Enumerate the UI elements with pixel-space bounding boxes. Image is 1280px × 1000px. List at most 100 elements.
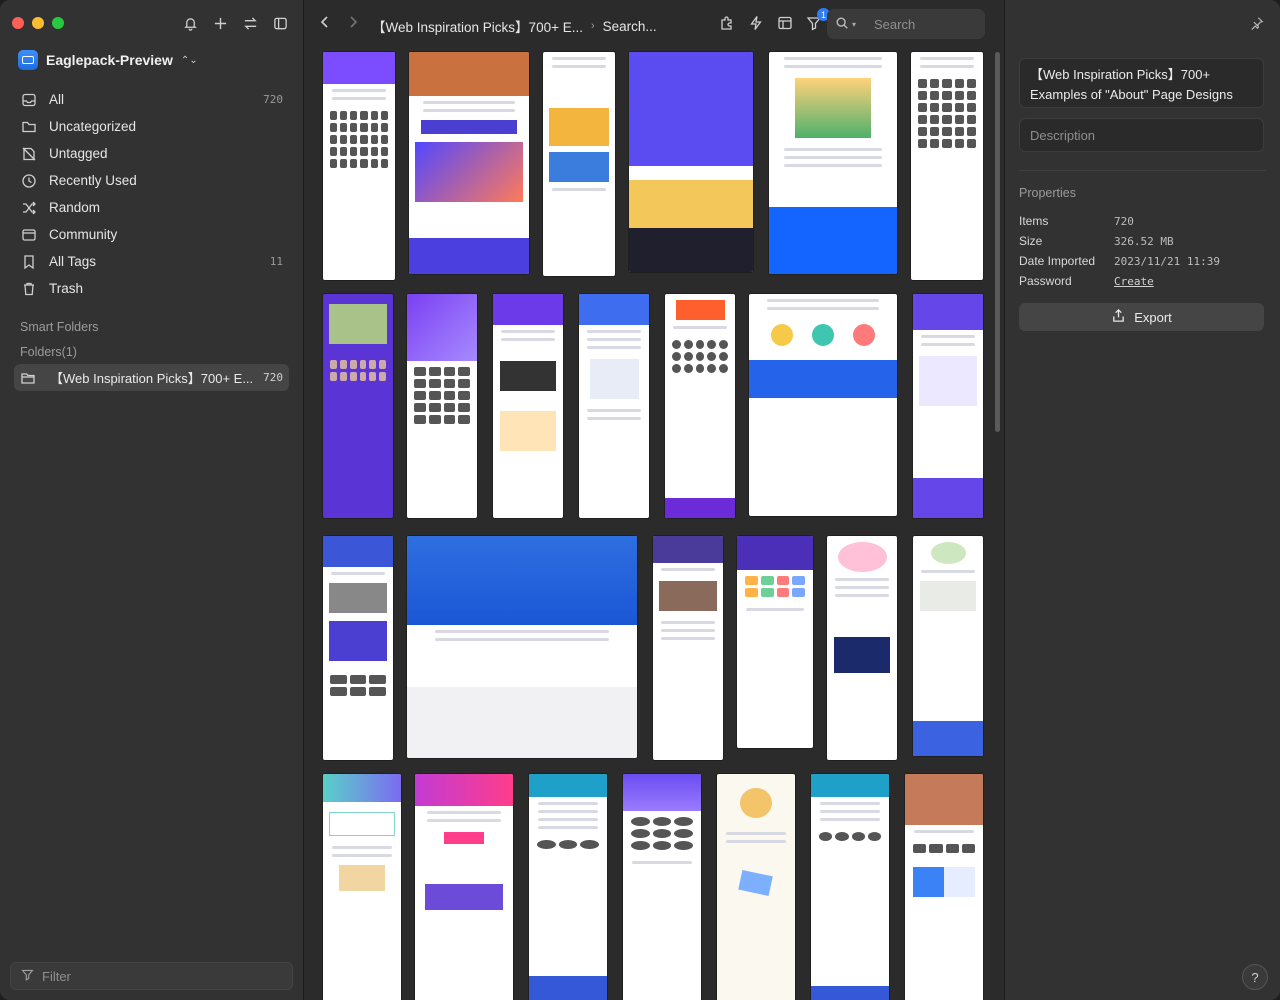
library-name: Eaglepack-Preview (46, 52, 173, 68)
main-content: 【Web Inspiration Picks】700+ E... › Searc… (304, 0, 1004, 1000)
library-switcher[interactable]: Eaglepack-Preview ⌃⌄ (18, 50, 198, 70)
extension-icon[interactable] (718, 14, 736, 32)
thumbnail-item[interactable] (579, 294, 649, 518)
export-button[interactable]: Export (1019, 303, 1264, 331)
property-value: 2023/11/21 11:39 (1114, 254, 1220, 268)
close-window-button[interactable] (12, 17, 24, 29)
sidebar-nav: All 720 Uncategorized Untagged Recently (14, 86, 289, 391)
create-password-link[interactable]: Create (1114, 275, 1154, 288)
thumbnail-item[interactable] (323, 774, 401, 1000)
export-icon (1111, 308, 1126, 326)
thumbnail-item[interactable] (811, 774, 889, 1000)
property-value: 326.52 MB (1114, 234, 1174, 248)
thumbnail-item[interactable] (493, 294, 563, 518)
minimize-window-button[interactable] (32, 17, 44, 29)
bookmark-icon (20, 253, 38, 271)
bell-icon[interactable] (181, 14, 199, 32)
layout-icon[interactable] (776, 14, 794, 32)
property-row-password: Password Create (1019, 271, 1264, 291)
folder-title-field[interactable]: 【Web Inspiration Picks】700+ Examples of … (1019, 58, 1264, 108)
library-icon (18, 50, 38, 70)
window-controls (12, 17, 64, 29)
sidebar-item-label: All Tags (49, 254, 97, 269)
filter-input[interactable]: Filter (10, 962, 293, 990)
community-icon (20, 226, 38, 244)
sidebar-item-label: Community (49, 227, 118, 242)
export-label: Export (1134, 309, 1172, 325)
breadcrumb-folder[interactable]: 【Web Inspiration Picks】700+ E... (372, 16, 583, 36)
sidebar-item-all-tags[interactable]: All Tags 11 (14, 248, 289, 275)
grid-scrollbar[interactable] (995, 52, 1000, 972)
thumbnail-item[interactable] (769, 52, 897, 274)
back-icon[interactable] (318, 14, 332, 35)
help-button[interactable]: ? (1242, 964, 1268, 990)
search-icon (835, 16, 849, 33)
folder-question-icon (20, 118, 38, 136)
filter-placeholder: Filter (42, 968, 71, 984)
lightning-icon[interactable] (747, 14, 765, 32)
folder-count: 720 (263, 371, 283, 384)
thumbnail-item[interactable] (543, 52, 615, 276)
property-key: Date Imported (1019, 254, 1096, 268)
breadcrumb-search[interactable]: Search... (603, 19, 657, 34)
thumbnail-item[interactable] (415, 774, 513, 1000)
thumbnail-item[interactable] (905, 774, 983, 1000)
search-input[interactable]: ▾ Search (827, 9, 985, 39)
thumbnail-item[interactable] (665, 294, 735, 518)
chevron-down-icon[interactable]: ▾ (852, 20, 856, 29)
thumbnail-item[interactable] (629, 52, 753, 272)
inbox-icon (20, 91, 38, 109)
thumbnail-item[interactable] (407, 536, 637, 758)
sidebar-item-untagged[interactable]: Untagged (14, 140, 289, 167)
pin-icon[interactable] (1250, 16, 1264, 35)
item-count: 11 (269, 255, 283, 268)
property-key: Size (1019, 234, 1043, 248)
thumbnail-item[interactable] (409, 52, 529, 274)
clock-icon (20, 172, 38, 190)
property-key: Items (1019, 214, 1049, 228)
folders-heading[interactable]: Folders(1) (14, 339, 289, 364)
description-field[interactable]: Description (1019, 118, 1264, 152)
thumbnail-grid (304, 48, 1004, 1000)
sidebar-item-label: Recently Used (49, 173, 137, 188)
shuffle-icon (20, 199, 38, 217)
thumbnail-item[interactable] (653, 536, 723, 760)
sidebar-item-recently-used[interactable]: Recently Used (14, 167, 289, 194)
properties-heading: Properties (1019, 186, 1076, 200)
chevron-right-icon: › (590, 20, 595, 32)
thumbnail-item[interactable] (529, 774, 607, 1000)
toggle-sidebar-icon[interactable] (271, 14, 289, 32)
item-count: 720 (263, 93, 283, 106)
folder-web-inspiration[interactable]: 【Web Inspiration Picks】700+ E... 720 (14, 364, 289, 391)
thumbnail-item[interactable] (323, 536, 393, 760)
toolbar-actions: 1 (718, 8, 830, 32)
sidebar-item-trash[interactable]: Trash (14, 275, 289, 302)
sidebar-item-community[interactable]: Community (14, 221, 289, 248)
thumbnail-item[interactable] (717, 774, 795, 1000)
property-row-date-imported: Date Imported 2023/11/21 11:39 (1019, 251, 1264, 271)
chevron-updown-icon: ⌃⌄ (180, 54, 198, 66)
sidebar-item-random[interactable]: Random (14, 194, 289, 221)
thumbnail-item[interactable] (407, 294, 477, 518)
add-icon[interactable] (211, 14, 229, 32)
sidebar-item-label: Untagged (49, 146, 108, 161)
filter-icon[interactable]: 1 (805, 8, 830, 32)
sidebar-item-uncategorized[interactable]: Uncategorized (14, 113, 289, 140)
thumbnail-item[interactable] (913, 294, 983, 518)
smart-folders-heading[interactable]: Smart Folders (14, 314, 289, 339)
maximize-window-button[interactable] (52, 17, 64, 29)
thumbnail-item[interactable] (827, 536, 897, 760)
sidebar-tools (181, 14, 289, 32)
thumbnail-item[interactable] (911, 52, 983, 280)
swap-icon[interactable] (241, 14, 259, 32)
thumbnail-item[interactable] (749, 294, 897, 516)
sidebar-item-all[interactable]: All 720 (14, 86, 289, 113)
thumbnail-item[interactable] (323, 52, 395, 280)
thumbnail-item[interactable] (913, 536, 983, 756)
thumbnail-item[interactable] (323, 294, 393, 518)
thumbnail-item[interactable] (623, 774, 701, 1000)
scrollbar-thumb[interactable] (995, 52, 1000, 432)
filter-icon (21, 968, 34, 984)
forward-icon[interactable] (346, 14, 360, 35)
thumbnail-item[interactable] (737, 536, 813, 748)
